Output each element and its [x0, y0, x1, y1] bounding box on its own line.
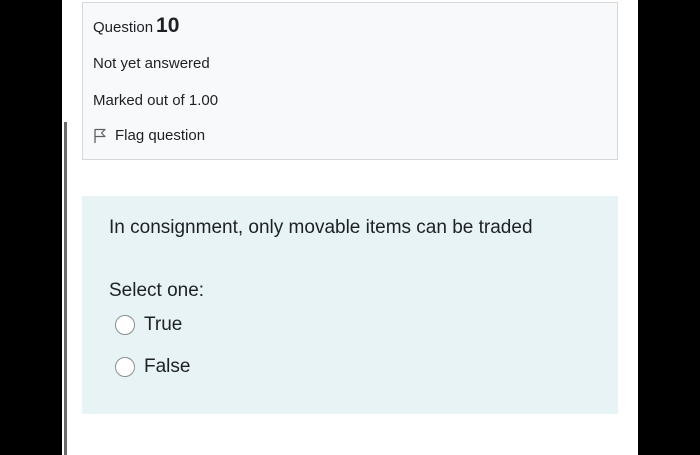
question-number-heading: Question 10 — [93, 14, 179, 38]
question-content-panel: In consignment, only movable items can b… — [82, 196, 618, 414]
left-divider — [64, 122, 67, 455]
question-grade: Marked out of 1.00 — [93, 92, 219, 109]
flag-question-label: Flag question — [115, 127, 206, 144]
right-black-bar — [638, 0, 700, 455]
answer-option-false[interactable]: False — [115, 356, 190, 378]
question-number: 10 — [156, 14, 180, 37]
question-text: In consignment, only movable items can b… — [109, 217, 533, 238]
left-black-bar — [0, 0, 62, 455]
answer-option-label: True — [144, 314, 183, 335]
flag-icon — [93, 128, 107, 144]
answer-option-true[interactable]: True — [115, 314, 182, 336]
answer-prompt: Select one: — [109, 280, 205, 301]
question-word: Question — [93, 19, 154, 36]
question-info-panel: Question 10 Not yet answered Marked out o… — [82, 2, 618, 160]
flag-question-link[interactable]: Flag question — [93, 127, 205, 144]
radio-button-true[interactable] — [115, 315, 135, 335]
radio-button-false[interactable] — [115, 357, 135, 377]
answer-option-label: False — [144, 356, 191, 377]
question-state: Not yet answered — [93, 55, 210, 72]
